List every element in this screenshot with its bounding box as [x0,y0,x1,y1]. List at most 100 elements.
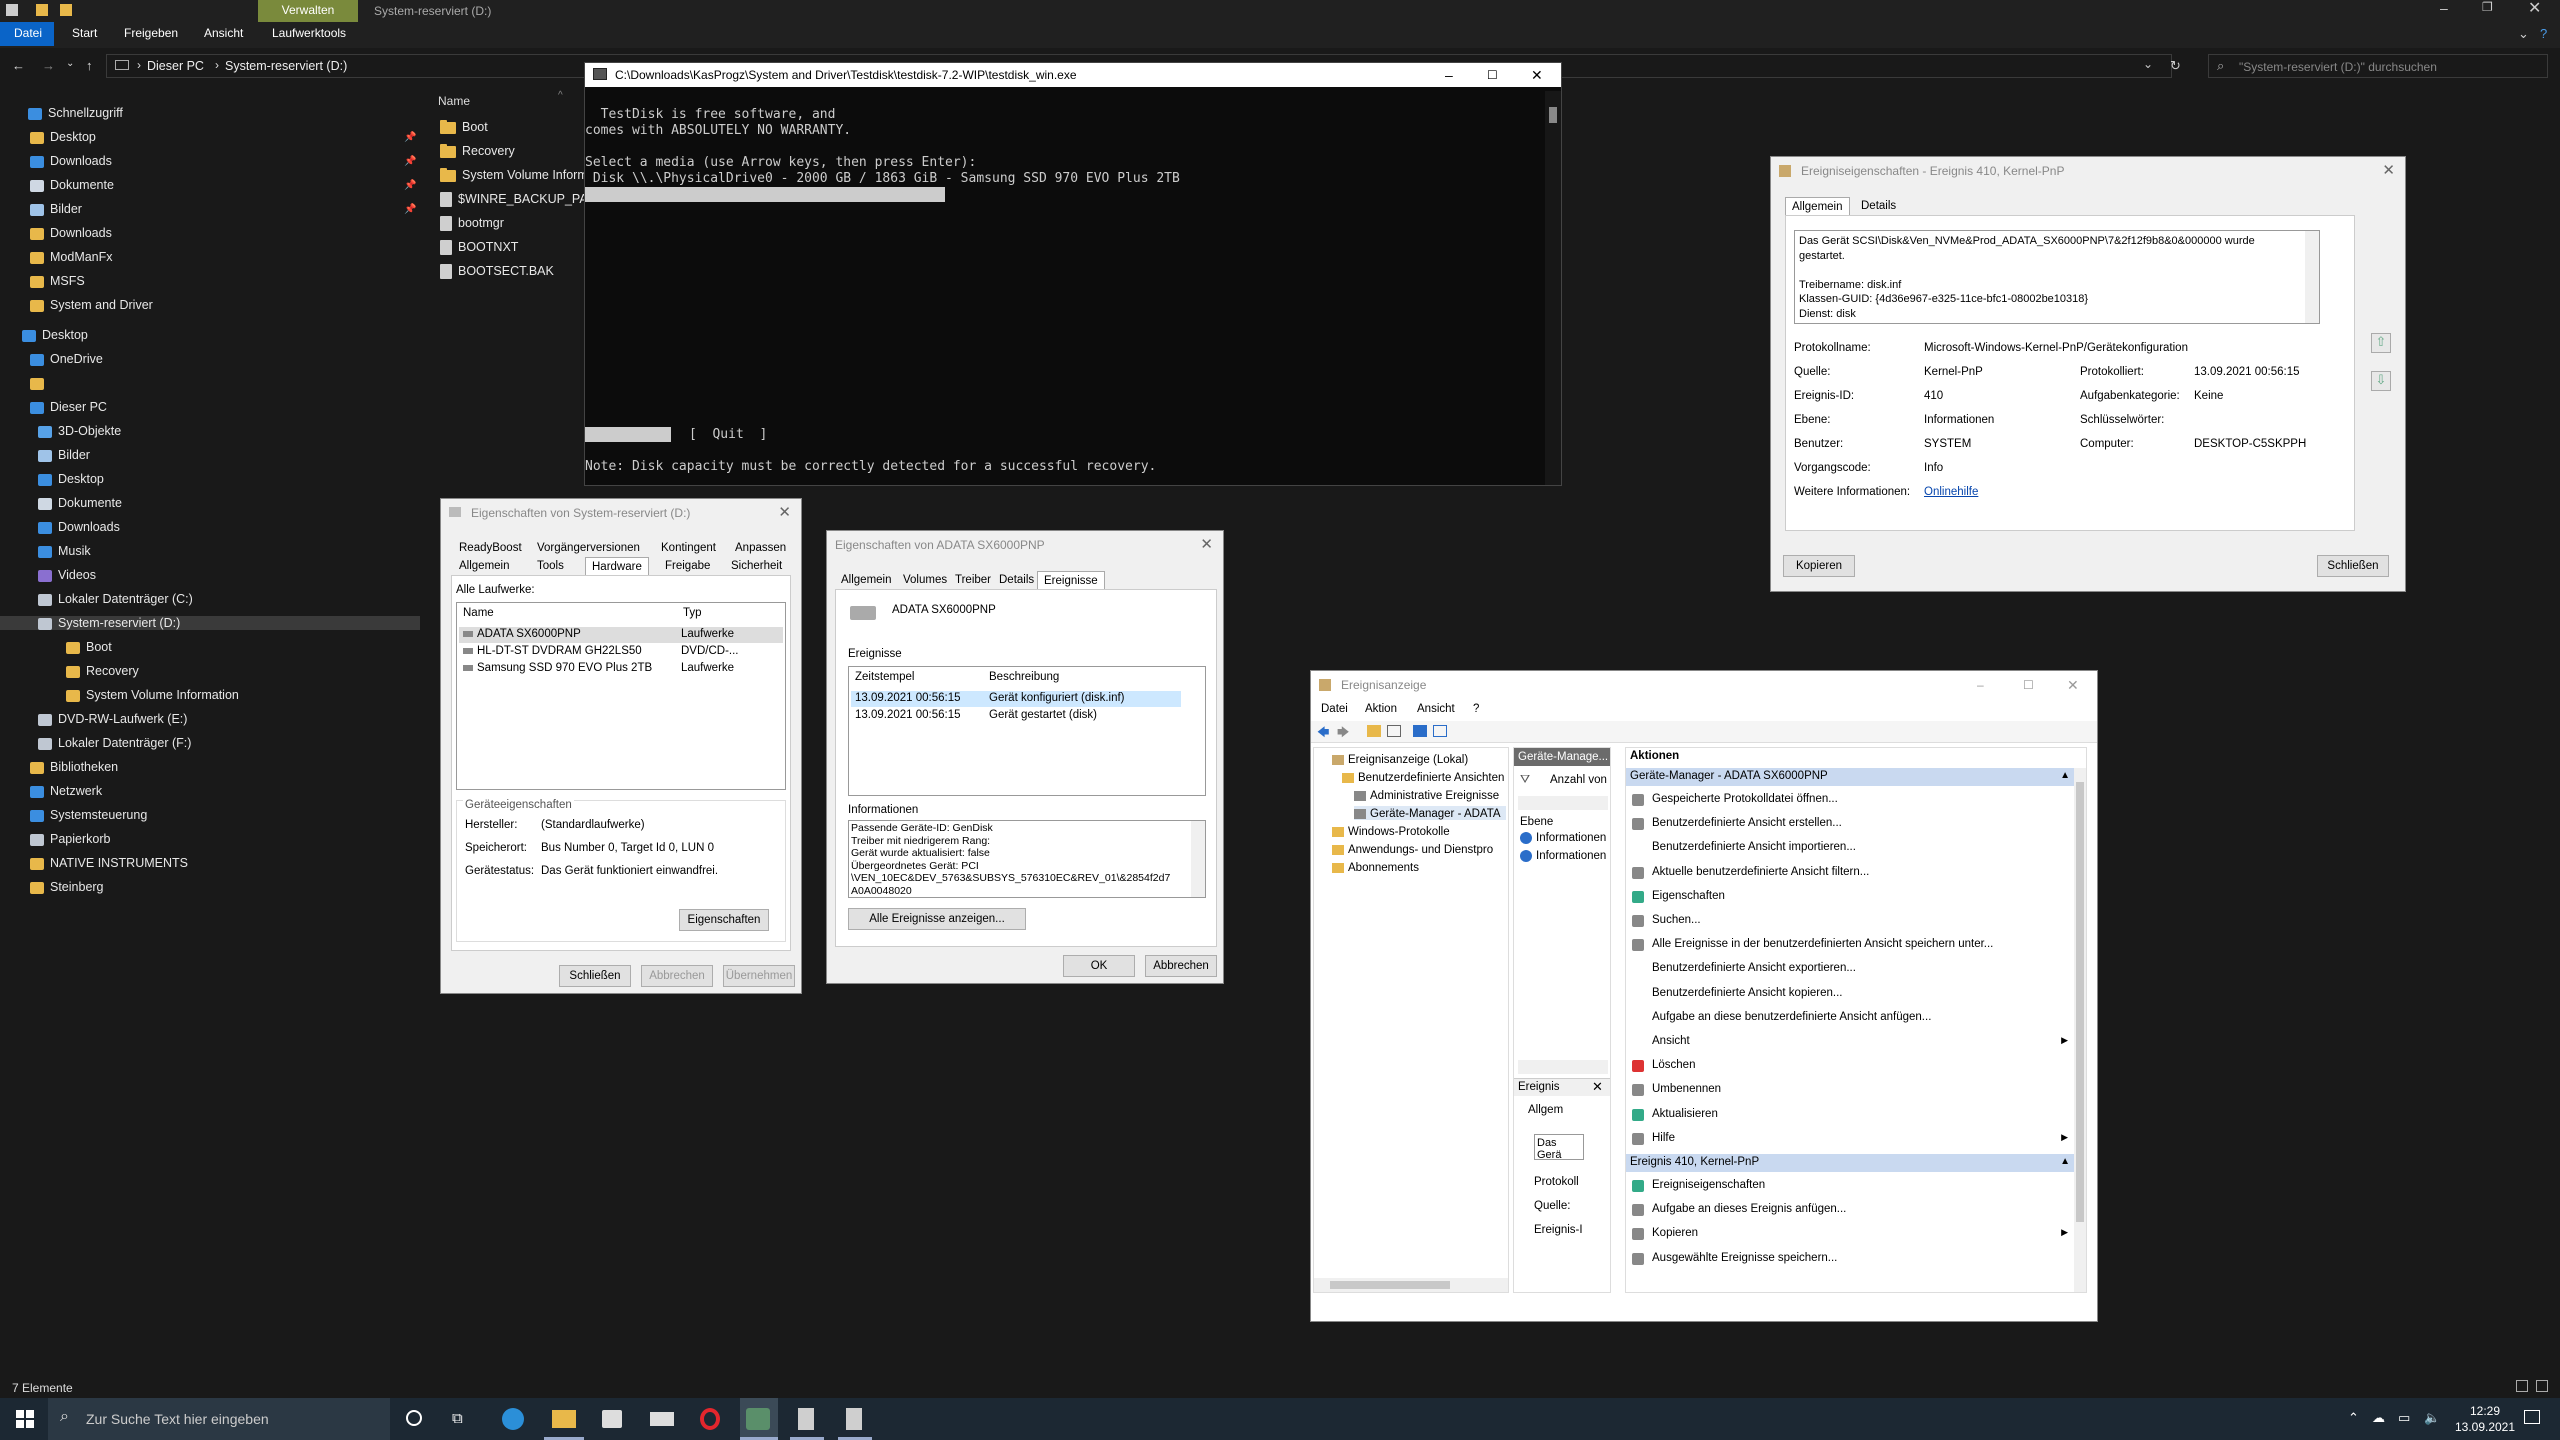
file-explorer-icon[interactable] [552,1410,576,1428]
tree-item[interactable]: Geräte-Manager - ADATA [1354,806,1506,820]
nav-item[interactable]: Downloads [30,226,112,240]
mail-icon[interactable] [650,1412,674,1426]
collapse-icon[interactable]: ▲ [2060,770,2070,781]
forward-icon[interactable]: → [42,58,55,73]
task-view-icon[interactable]: ⧉ [452,1410,463,1427]
back-icon[interactable]: ← [12,58,25,73]
menu-help[interactable]: ? [1473,703,1479,715]
tree-item[interactable]: Ereignisanzeige (Lokal) [1332,752,1506,766]
level-row[interactable]: Informationen [1536,850,1606,862]
quick-access-toolbar-icon[interactable] [6,4,18,16]
close-icon[interactable]: ✕ [2382,157,2395,185]
tab-ereignisse[interactable]: Ereignisse [1037,571,1105,589]
pin-icon[interactable]: 📌 [404,156,416,167]
nav-item[interactable]: Desktop [22,328,88,342]
clock-time[interactable]: 12:29 [2454,1404,2516,1418]
level-row[interactable]: Informationen [1536,832,1606,844]
collapse-icon[interactable]: ▲ [2060,1156,2070,1167]
pin-icon[interactable]: 📌 [404,180,416,191]
up-icon[interactable]: ↑ [86,58,93,73]
close-icon[interactable]: ✕ [778,499,791,527]
nav-item[interactable]: Recovery [66,664,139,678]
description-scrollbar[interactable] [2305,231,2319,323]
tab-readyboost[interactable]: ReadyBoost [453,539,528,557]
nav-item[interactable]: Dokumente [30,178,114,192]
testdisk-app-icon[interactable] [746,1408,770,1430]
tab-allgemein[interactable]: Allgem [1528,1104,1563,1116]
apply-button[interactable]: Übernehmen [723,965,795,987]
info-scrollbar[interactable] [1191,821,1205,897]
minimize-icon[interactable]: – [2440,0,2448,16]
tree-hscrollbar[interactable] [1314,1278,1508,1292]
nav-item[interactable]: NATIVE INSTRUMENTS [30,856,188,870]
action-item[interactable]: Umbenennen [1626,1080,2074,1100]
nav-item[interactable]: Papierkorb [30,832,110,846]
column-header-name[interactable]: Name [438,94,470,108]
tree-item[interactable]: Administrative Ereignisse [1354,788,1506,802]
action-item[interactable]: Hilfe ▶ [1626,1129,2074,1149]
properties-button[interactable]: Eigenschaften [679,909,769,931]
nav-item[interactable]: Lokaler Datenträger (C:) [38,592,193,606]
tab-anpassen[interactable]: Anpassen [729,539,792,557]
menu-ansicht[interactable]: Ansicht [1417,703,1455,715]
column-ebene[interactable]: Ebene [1520,816,1553,828]
tab-details[interactable]: Details [993,571,1040,589]
nav-item[interactable]: System and Driver [30,298,153,312]
console-tree-icon[interactable] [1387,725,1401,737]
network-icon[interactable]: ▭ [2398,1410,2410,1426]
action-item[interactable]: Alle Ereignisse in der benutzerdefiniert… [1626,935,2074,955]
nav-item[interactable]: Dieser PC [30,400,107,414]
action-item[interactable]: Kopieren ▶ [1626,1224,2074,1244]
tree-item[interactable]: Benutzerdefinierte Ansichten [1342,770,1506,784]
column-name[interactable]: Name [463,607,494,619]
nav-item[interactable]: ModManFx [30,250,113,264]
action-item[interactable]: Aktuelle benutzerdefinierte Ansicht filt… [1626,863,2074,883]
actions-scrollbar[interactable] [2074,768,2086,1292]
event-row[interactable]: 13.09.2021 00:56:15 Gerät gestartet (disk… [851,708,1181,724]
tab-freigabe[interactable]: Freigabe [659,557,716,575]
close-icon[interactable]: ✕ [2528,0,2541,18]
nav-item[interactable] [30,376,50,390]
tab-details[interactable]: Details [1855,197,1902,215]
action-item[interactable]: Benutzerdefinierte Ansicht kopieren... [1626,984,2074,1004]
nav-item[interactable]: Systemsteuerung [30,808,147,822]
back-icon[interactable]: 🡄 [1317,723,1329,744]
nav-item[interactable]: Musik [38,544,91,558]
pin-icon[interactable]: 📌 [404,204,416,215]
proceed-button[interactable]: >[Proceed ] [585,427,672,442]
notification-icon[interactable] [2524,1410,2540,1424]
tab-treiber[interactable]: Treiber [949,571,997,589]
menu-datei[interactable]: Datei [1321,703,1348,715]
nav-item[interactable]: Steinberg [30,880,104,894]
edge-icon[interactable] [502,1408,524,1430]
nav-item[interactable]: System Volume Information [66,688,239,702]
actions-section-2[interactable]: Ereignis 410, Kernel-PnP ▲ [1626,1154,2074,1172]
onedrive-icon[interactable]: ☁ [2372,1410,2385,1426]
help-icon[interactable]: ? [2540,26,2547,41]
tab-hardware[interactable]: Hardware [585,557,649,575]
ribbon-context-tab[interactable]: Verwalten [258,0,358,22]
mid-hscrollbar[interactable] [1518,796,1608,810]
info-textbox[interactable]: Passende Geräte-ID: GenDisk Treiber mit n… [848,820,1206,898]
drive-row[interactable]: Samsung SSD 970 EVO Plus 2TB Laufwerke [459,661,783,677]
action-item[interactable]: Benutzerdefinierte Ansicht importieren..… [1626,838,2074,858]
close-icon[interactable]: ✕ [1200,531,1213,559]
file-item[interactable]: BOOTNXT [440,240,590,256]
nav-item[interactable]: Bilder [30,202,82,216]
forward-icon[interactable]: 🡆 [1337,723,1349,744]
action-item[interactable]: Ereigniseigenschaften [1626,1176,2074,1196]
new-folder-icon[interactable] [60,4,72,16]
nav-item[interactable]: DVD-RW-Laufwerk (E:) [38,712,187,726]
tab-allgemein[interactable]: Allgemein [1785,197,1850,215]
start-icon[interactable] [16,1410,34,1428]
help-icon[interactable] [1413,725,1427,737]
action-item[interactable]: Löschen [1626,1056,2074,1076]
ok-button[interactable]: OK [1063,955,1135,977]
action-item[interactable]: Suchen... [1626,911,2074,931]
tab-sicherheit[interactable]: Sicherheit [725,557,788,575]
details-view-icon[interactable] [2516,1380,2528,1392]
nav-item[interactable]: Schnellzugriff [28,106,123,120]
nav-item[interactable]: OneDrive [30,352,103,366]
nav-item[interactable]: System-reserviert (D:) [0,616,420,630]
action-item[interactable]: Aktualisieren [1626,1105,2074,1125]
